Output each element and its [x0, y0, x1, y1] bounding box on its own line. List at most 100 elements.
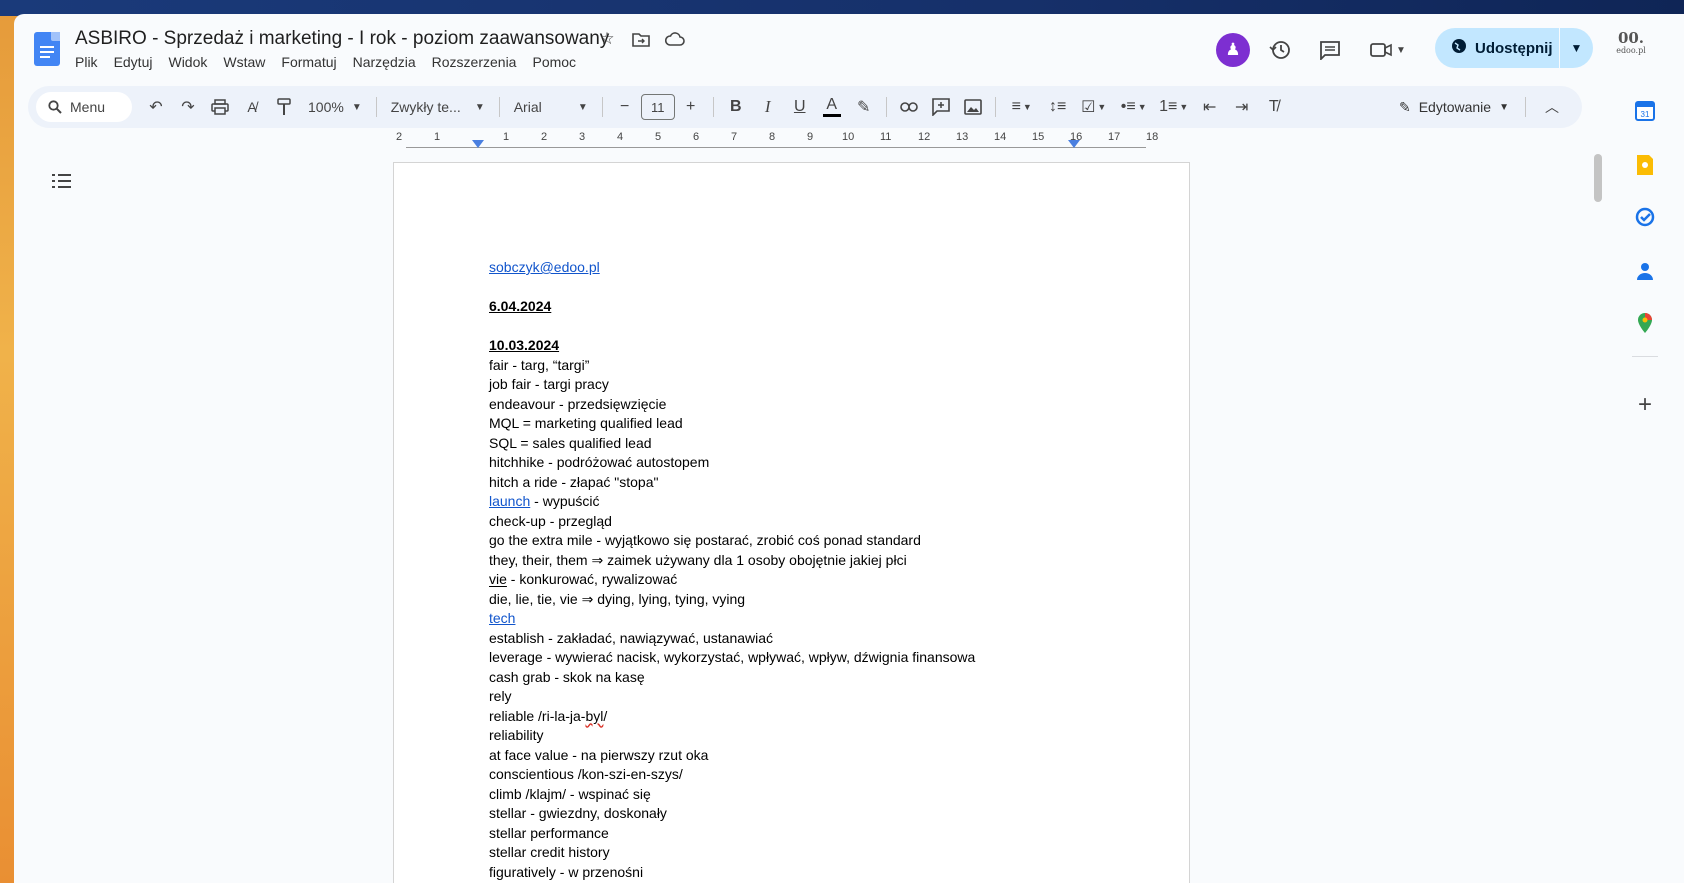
- menu-search[interactable]: Menu: [36, 92, 132, 122]
- tasks-icon[interactable]: [1630, 202, 1660, 232]
- font-size-input[interactable]: 11: [640, 94, 675, 120]
- add-addon-icon[interactable]: +: [1630, 390, 1660, 420]
- bulleted-list-icon[interactable]: •≡ ▼: [1114, 92, 1154, 122]
- menu-tools[interactable]: Narzędzia: [345, 54, 424, 70]
- print-icon[interactable]: [204, 92, 236, 122]
- move-folder-icon[interactable]: [630, 28, 652, 50]
- comments-icon[interactable]: [1310, 33, 1350, 67]
- menu-format[interactable]: Formatuj: [273, 54, 344, 70]
- side-panel: 31 +: [1622, 86, 1668, 883]
- text-color-button[interactable]: A: [816, 92, 848, 122]
- toolbar-divider: [885, 97, 887, 117]
- numbered-list-icon[interactable]: 1≡ ▼: [1154, 92, 1194, 122]
- menu-search-label: Menu: [70, 99, 106, 115]
- date-heading: 10.03.2024: [489, 337, 560, 353]
- editing-mode-caret-icon: ▼: [1499, 101, 1509, 113]
- contacts-icon[interactable]: [1630, 256, 1660, 286]
- text-line: stellar performance: [489, 824, 609, 841]
- line-spacing-icon[interactable]: ↕≡: [1042, 92, 1074, 122]
- spellcheck-icon[interactable]: A̸: [236, 92, 268, 122]
- horizontal-ruler[interactable]: 2 1 1 2 3 4 5 6 7 8 9 10 11 12 13 14 15 …: [366, 129, 1166, 151]
- tech-link[interactable]: tech: [489, 610, 515, 626]
- menu-file[interactable]: Plik: [75, 54, 106, 70]
- italic-button[interactable]: I: [752, 92, 784, 122]
- account-logo[interactable]: 00. edoo.pl: [1614, 30, 1648, 64]
- text-line: climb /klajm/ - wspinać się: [489, 785, 651, 802]
- account-logo-mark: 00.: [1617, 29, 1645, 47]
- menu-bar: Plik Edytuj Widok Wstaw Formatuj Narzędz…: [75, 54, 584, 70]
- maps-icon[interactable]: [1630, 308, 1660, 338]
- ruler-label: 1: [503, 131, 510, 143]
- zoom-caret-icon: ▼: [351, 101, 362, 113]
- undo-icon[interactable]: ↶: [140, 92, 172, 122]
- spelling-error[interactable]: byl: [585, 708, 603, 724]
- vertical-scrollbar[interactable]: [1594, 154, 1602, 202]
- text-line: vie - konkurować, rywalizować: [489, 570, 1129, 590]
- underline-button[interactable]: U: [784, 92, 816, 122]
- toolbar-divider: [498, 97, 500, 117]
- highlight-icon[interactable]: ✎: [848, 92, 880, 122]
- cloud-saved-icon[interactable]: [664, 28, 686, 50]
- launch-link[interactable]: launch: [489, 493, 530, 509]
- share-button[interactable]: Udostępnij ▼: [1435, 28, 1593, 68]
- style-caret-icon: ▼: [474, 101, 485, 113]
- zoom-value: 100%: [308, 99, 344, 115]
- docs-logo-icon[interactable]: [34, 32, 60, 66]
- version-history-icon[interactable]: [1260, 33, 1300, 67]
- collapse-menus-icon[interactable]: ︿: [1532, 97, 1572, 117]
- menu-extensions[interactable]: Rozszerzenia: [424, 54, 525, 70]
- title-icons: ☆: [596, 28, 686, 50]
- email-link[interactable]: sobczyk@edoo.pl: [489, 259, 600, 275]
- ruler-label: 3: [579, 131, 586, 143]
- keep-icon[interactable]: [1630, 150, 1660, 180]
- right-indent-marker[interactable]: [1068, 140, 1080, 148]
- menu-insert[interactable]: Wstaw: [215, 54, 273, 70]
- text-line: establish - zakładać, nawiązywać, ustana…: [489, 629, 774, 646]
- style-select[interactable]: Zwykły te... ▼: [383, 92, 493, 122]
- gemini-avatar-icon[interactable]: ♟: [1216, 33, 1250, 67]
- star-icon[interactable]: ☆: [596, 28, 618, 50]
- meet-caret-icon[interactable]: ▼: [1396, 45, 1406, 56]
- share-dropdown-icon[interactable]: ▼: [1560, 41, 1593, 55]
- insert-link-icon[interactable]: [893, 92, 925, 122]
- share-main[interactable]: Udostępnij: [1435, 38, 1559, 58]
- reliable-pre: reliable /ri-la-ja-: [489, 707, 586, 724]
- document-page[interactable]: sobczyk@edoo.pl 6.04.2024 10.03.2024 fai…: [393, 162, 1190, 883]
- menu-edit[interactable]: Edytuj: [106, 54, 161, 70]
- reliable-post: /: [603, 707, 608, 724]
- menu-view[interactable]: Widok: [160, 54, 215, 70]
- toolbar-divider: [994, 97, 996, 117]
- left-indent-marker[interactable]: [472, 140, 484, 148]
- document-title[interactable]: ASBIRO - Sprzedaż i marketing - I rok - …: [75, 28, 609, 50]
- checklist-icon[interactable]: ☑ ▼: [1074, 92, 1114, 122]
- editing-mode-label: Edytowanie: [1418, 99, 1492, 115]
- meet-icon[interactable]: ▼: [1360, 33, 1416, 67]
- decrease-font-size-icon[interactable]: −: [609, 92, 641, 122]
- paint-format-icon[interactable]: [268, 92, 300, 122]
- account-logo-text: edoo.pl: [1616, 45, 1646, 55]
- document-body[interactable]: sobczyk@edoo.pl 6.04.2024 10.03.2024 fai…: [489, 258, 1129, 882]
- increase-font-size-icon[interactable]: +: [675, 92, 707, 122]
- editing-mode-select[interactable]: ✎ Edytowanie ▼: [1389, 92, 1519, 122]
- decrease-indent-icon[interactable]: ⇤: [1194, 92, 1226, 122]
- clear-formatting-icon[interactable]: T̸: [1258, 92, 1290, 122]
- insert-image-icon[interactable]: [957, 92, 989, 122]
- font-caret-icon: ▼: [577, 101, 588, 113]
- text-line: reliable /ri-la-ja-byl/: [489, 707, 1129, 727]
- ruler-label: 5: [655, 131, 662, 143]
- vie-word: vie: [489, 571, 507, 587]
- align-icon[interactable]: ≡ ▼: [1002, 92, 1042, 122]
- toolbar-divider: [1525, 97, 1526, 117]
- increase-indent-icon[interactable]: ⇥: [1226, 92, 1258, 122]
- font-select[interactable]: Arial ▼: [506, 92, 596, 122]
- text-line: rely: [489, 688, 512, 704]
- calendar-icon[interactable]: 31: [1630, 96, 1660, 126]
- add-comment-icon[interactable]: [925, 92, 957, 122]
- menu-help[interactable]: Pomoc: [524, 54, 584, 70]
- text-line: SQL = sales qualified lead: [489, 434, 652, 451]
- document-outline-icon[interactable]: [52, 172, 74, 190]
- zoom-select[interactable]: 100% ▼: [300, 92, 370, 122]
- bold-button[interactable]: B: [720, 92, 752, 122]
- redo-icon[interactable]: ↷: [172, 92, 204, 122]
- pencil-icon: ✎: [1398, 98, 1411, 115]
